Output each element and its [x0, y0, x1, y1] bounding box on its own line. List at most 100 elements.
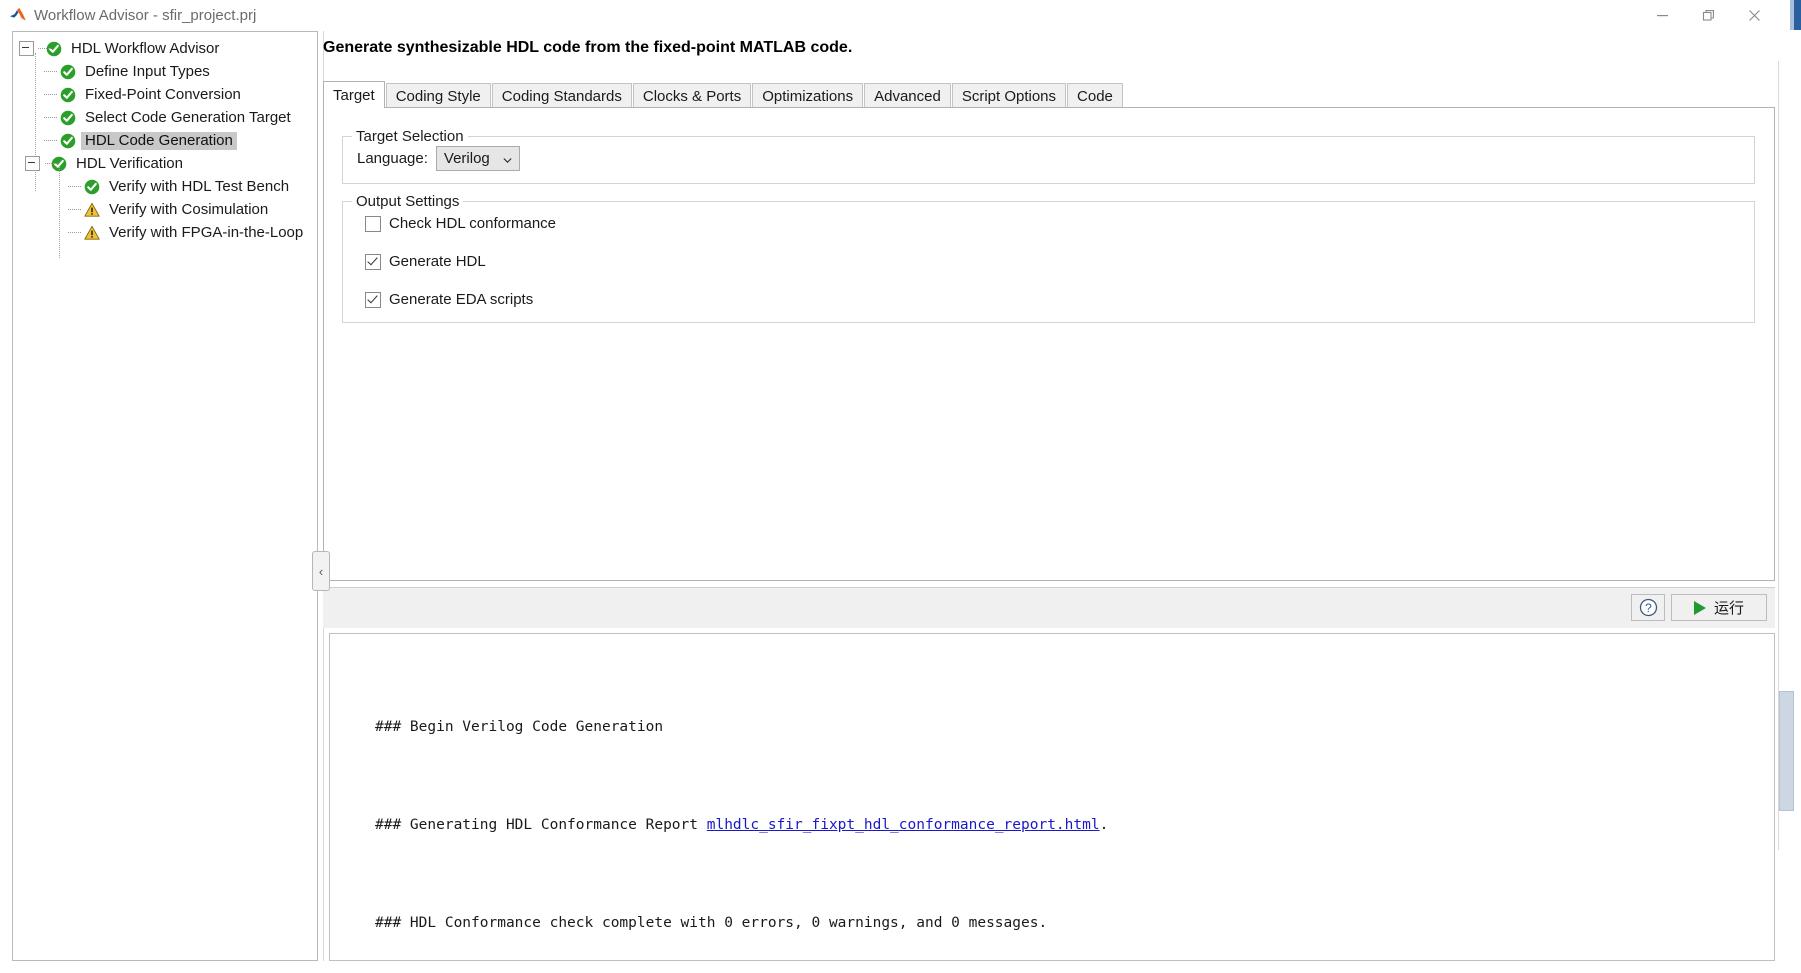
workflow-tree-pane: HDL Workflow Advisor Define Input Types — [12, 31, 317, 961]
target-tab-panel: Target Selection Language: Verilog Outpu… — [323, 107, 1775, 581]
tab-coding-standards[interactable]: Coding Standards — [491, 83, 632, 108]
checkbox-generate-hdl[interactable]: Generate HDL — [365, 253, 486, 270]
output-log-panel[interactable]: ### Begin Verilog Code Generation ### Ge… — [329, 633, 1775, 961]
window-content: HDL Workflow Advisor Define Input Types — [0, 30, 1801, 973]
tab-label: Coding Standards — [501, 87, 622, 105]
run-button[interactable]: 运行 — [1671, 594, 1767, 621]
language-select[interactable]: Verilog — [435, 146, 520, 171]
tree-connector — [43, 134, 59, 147]
tab-optimizations[interactable]: Optimizations — [752, 83, 864, 108]
tab-label: Optimizations — [762, 87, 854, 105]
output-settings-group: Output Settings Check HDL conformance Ge… — [342, 193, 1755, 323]
tree-item-define-input-types[interactable]: Define Input Types — [13, 60, 317, 83]
scrollbar-thumb[interactable] — [1779, 691, 1794, 811]
minimize-button[interactable] — [1639, 0, 1685, 30]
toolbar-actions: ? 运行 — [1631, 594, 1767, 621]
status-ok-icon — [59, 63, 76, 80]
tree-item-label: HDL Code Generation — [81, 131, 237, 150]
tree-connector — [43, 111, 59, 124]
tab-code[interactable]: Code — [1067, 83, 1123, 108]
tree-item-label: Verify with HDL Test Bench — [109, 177, 290, 195]
tab-clocks-and-ports[interactable]: Clocks & Ports — [632, 83, 752, 108]
window-title: Workflow Advisor - sfir_project.prj — [34, 6, 257, 24]
tree-connector — [67, 180, 83, 193]
task-toolbar: ? 运行 — [323, 587, 1775, 628]
tree-expander-icon[interactable] — [25, 156, 40, 171]
checkbox-label: Generate EDA scripts — [389, 291, 534, 308]
language-value: Verilog — [443, 150, 490, 167]
checkbox-label: Generate HDL — [389, 253, 486, 270]
tree-connector — [43, 65, 59, 78]
target-selection-group: Target Selection Language: Verilog — [342, 128, 1755, 184]
tree-item-label: Verify with FPGA-in-the-Loop — [109, 223, 304, 241]
svg-text:?: ? — [1645, 601, 1652, 615]
tree-guide-line-2 — [59, 166, 61, 258]
language-label: Language: — [357, 150, 428, 167]
status-ok-icon — [59, 132, 76, 149]
tree-item-label: Select Code Generation Target — [85, 108, 291, 126]
checkbox-check-hdl-conformance[interactable]: Check HDL conformance — [365, 215, 556, 232]
page-title: Generate synthesizable HDL code from the… — [323, 39, 853, 56]
status-warning-icon — [83, 224, 100, 241]
tree-connector — [37, 42, 51, 55]
tree-item-label: HDL Workflow Advisor — [71, 39, 220, 57]
output-log-text: ### Begin Verilog Code Generation ### Ge… — [375, 666, 1327, 960]
tab-coding-style[interactable]: Coding Style — [385, 83, 491, 108]
tree-connector — [67, 203, 83, 216]
group-title: Output Settings — [352, 193, 464, 210]
help-button[interactable]: ? — [1631, 594, 1665, 621]
tab-target[interactable]: Target — [323, 81, 385, 108]
restore-button[interactable] — [1685, 0, 1731, 30]
task-tabs: Target Coding Style Coding Standards Clo… — [323, 81, 1775, 108]
tab-label: Script Options — [961, 87, 1057, 105]
log-link-conformance-report[interactable]: mlhdlc_sfir_fixpt_hdl_conformance_report… — [707, 817, 1100, 833]
tree-item-fixed-point-conversion[interactable]: Fixed-Point Conversion — [13, 83, 317, 106]
tree-item-label: Define Input Types — [85, 62, 210, 80]
title-bar: Workflow Advisor - sfir_project.prj — [0, 0, 1801, 30]
checkbox-box[interactable] — [365, 291, 381, 308]
task-pane: Generate synthesizable HDL code from the… — [323, 31, 1775, 961]
run-button-label: 运行 — [1713, 600, 1744, 617]
collapse-left-pane-button[interactable]: ‹ — [312, 551, 330, 591]
status-ok-icon — [59, 86, 76, 103]
checkbox-label: Check HDL conformance — [389, 215, 557, 232]
chevron-down-icon — [503, 150, 512, 167]
tree-item-hdl-workflow-advisor[interactable]: HDL Workflow Advisor — [13, 37, 317, 60]
log-line: ### Generating HDL Conformance Report ml… — [375, 813, 1327, 838]
window-controls — [1639, 0, 1777, 30]
tree-item-select-code-generation-target[interactable]: Select Code Generation Target — [13, 106, 317, 129]
tab-label: Target — [333, 86, 375, 104]
help-icon: ? — [1639, 598, 1657, 617]
status-ok-icon — [59, 109, 76, 126]
window-vertical-scrollbar[interactable] — [1778, 61, 1794, 850]
play-icon — [1693, 600, 1706, 615]
workflow-tree: HDL Workflow Advisor Define Input Types — [13, 32, 317, 258]
tree-item-label: Verify with Cosimulation — [109, 200, 269, 218]
language-field-row: Language: Verilog — [357, 146, 520, 171]
tab-label: Clocks & Ports — [642, 87, 742, 105]
workflow-advisor-window: Workflow Advisor - sfir_project.prj HDL … — [0, 0, 1801, 973]
checkbox-generate-eda-scripts[interactable]: Generate EDA scripts — [365, 291, 533, 308]
tree-expander-icon[interactable] — [19, 41, 34, 56]
status-warning-icon — [83, 201, 100, 218]
group-title: Target Selection — [352, 128, 468, 145]
matlab-icon — [8, 5, 28, 25]
checkbox-box[interactable] — [365, 215, 381, 232]
tab-script-options[interactable]: Script Options — [951, 83, 1067, 108]
close-button[interactable] — [1731, 0, 1777, 30]
log-line: ### HDL Conformance check complete with … — [375, 911, 1327, 936]
log-line-suffix: . — [1099, 817, 1109, 833]
log-line-text: ### Begin Verilog Code Generation — [375, 719, 664, 735]
log-line-text: ### HDL Conformance check complete with … — [375, 915, 1048, 931]
tab-advanced[interactable]: Advanced — [864, 83, 951, 108]
checkbox-box[interactable] — [365, 253, 381, 270]
tab-label: Code — [1077, 87, 1113, 105]
tree-item-label: Fixed-Point Conversion — [85, 85, 241, 103]
log-line: ### Begin Verilog Code Generation — [375, 715, 1327, 740]
tree-item-label: HDL Verification — [76, 154, 183, 172]
tab-label: Coding Style — [395, 87, 481, 105]
status-ok-icon — [83, 178, 100, 195]
tree-item-hdl-code-generation[interactable]: HDL Code Generation — [13, 129, 317, 152]
tab-label: Advanced — [874, 87, 941, 105]
tree-connector — [44, 157, 58, 170]
